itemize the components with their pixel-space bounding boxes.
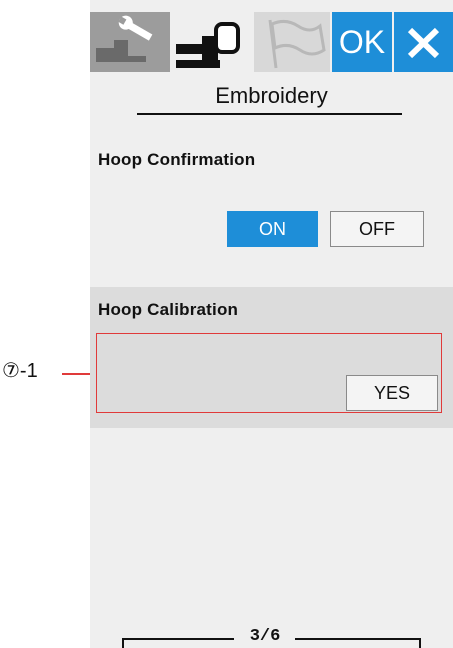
close-button[interactable] [394,12,453,72]
hoop-confirmation-off-button[interactable]: OFF [330,211,424,247]
callout-highlight-box [96,333,442,413]
tab-bar: OK [90,0,453,75]
hoop-machine-icon [176,22,240,68]
tab-general-settings[interactable] [90,12,170,72]
pager-line-left-end [122,638,124,648]
tab-language-settings[interactable] [254,12,330,72]
settings-screen: OK Embroidery Hoop Confirmation ON OFF H… [90,0,453,648]
hoop-confirmation-label: Hoop Confirmation [98,150,256,169]
close-icon [407,27,440,59]
hoop-calibration-label: Hoop Calibration [98,300,239,319]
tab-embroidery-settings[interactable] [172,12,252,72]
ok-label: OK [338,24,386,60]
page-indicator: 3/6 [249,627,281,646]
pager-line-right-end [419,638,421,648]
pager-line-left [122,638,234,640]
hoop-confirmation-on-button[interactable]: ON [227,211,318,247]
ok-button[interactable]: OK [332,12,392,72]
page-title: Embroidery [215,83,328,108]
callout-label: ⑦-1 [2,360,38,382]
flag-icon [268,19,326,69]
wrench-machine-icon [96,15,153,62]
pager-line-right [295,638,420,640]
title-underline [137,113,402,115]
